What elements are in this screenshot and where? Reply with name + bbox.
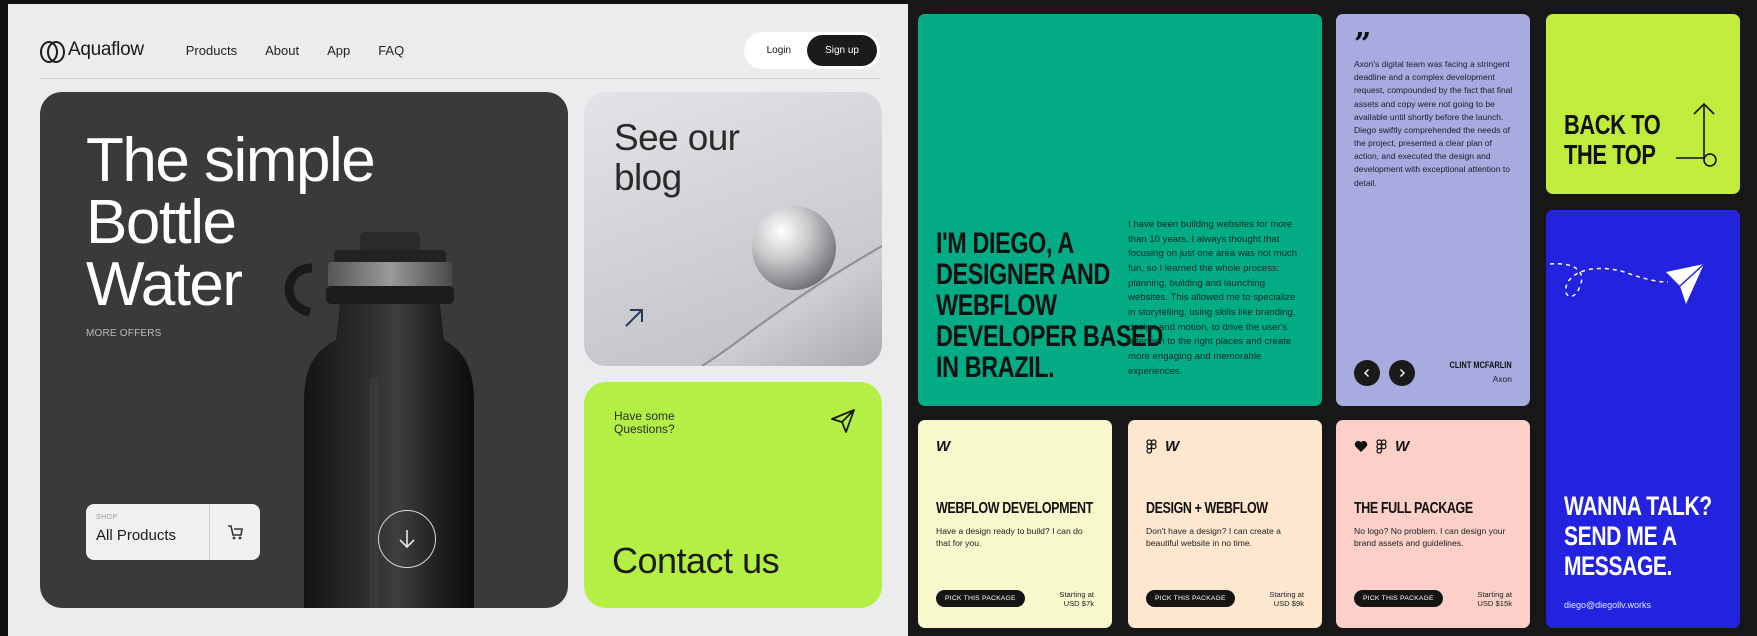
- package-price: Starting at USD $15k: [1477, 590, 1512, 609]
- hero-title-line: Water: [86, 250, 243, 319]
- pick-package-button[interactable]: PICK THIS PACKAGE: [936, 590, 1025, 607]
- heart-icon: [1354, 440, 1368, 452]
- hero-title: The simple Bottle Water: [86, 126, 376, 319]
- blog-title-line: See our: [614, 117, 740, 158]
- back-to-top-label: BACK TO THE TOP: [1564, 109, 1661, 170]
- login-button[interactable]: Login: [747, 45, 807, 56]
- brand-name: Aquaflow: [68, 39, 144, 60]
- intro-title-line: IN BRAZIL.: [936, 351, 1055, 384]
- contact-message-line: MESSAGE.: [1564, 551, 1673, 581]
- price-label: Starting at: [1059, 590, 1094, 599]
- package-description: Have a design ready to build? I can do t…: [936, 526, 1083, 548]
- intro-body: I have been building websites for more t…: [1128, 219, 1298, 377]
- nav-link-products[interactable]: Products: [186, 43, 237, 58]
- quote-icon: ”: [1354, 27, 1372, 62]
- package-description: No logo? No problem. I can design your b…: [1354, 526, 1506, 548]
- hero-card: The simple Bottle Water MORE OFFERS SHOP…: [40, 92, 568, 608]
- arrow-up-icon: [1676, 102, 1717, 167]
- webflow-icon: W: [1165, 438, 1180, 455]
- blog-title-line: blog: [614, 157, 682, 198]
- brand-logo[interactable]: Aquaflow: [40, 39, 144, 63]
- chevron-left-icon: [1364, 369, 1369, 377]
- intro-title: I'M DIEGO, A DESIGNER AND WEBFLOW DEVELO…: [936, 227, 1163, 384]
- pick-package-button[interactable]: PICK THIS PACKAGE: [1146, 590, 1235, 607]
- aquaflow-site: Aquaflow Products About App FAQ Login Si…: [0, 0, 908, 636]
- hero-title-line: Bottle: [86, 188, 237, 257]
- paper-plane-icon: [1549, 263, 1705, 304]
- shop-label: SHOP: [96, 514, 118, 521]
- package-price: Starting at USD $9k: [1269, 590, 1304, 609]
- scroll-down-button[interactable]: [378, 510, 436, 568]
- nav-link-app[interactable]: App: [327, 43, 350, 58]
- blog-card[interactable]: See our blog: [584, 92, 882, 366]
- more-offers-link[interactable]: MORE OFFERS: [86, 328, 162, 339]
- package-card: W THE FULL PACKAGE No logo? No problem. …: [1336, 420, 1530, 628]
- figma-icon: [1146, 439, 1157, 454]
- contact-card[interactable]: Have some Questions? Contact us: [584, 382, 882, 608]
- back-to-top-card[interactable]: BACK TO THE TOP: [1546, 14, 1740, 194]
- nav-link-faq[interactable]: FAQ: [378, 43, 404, 58]
- blog-title: See our blog: [614, 117, 740, 198]
- nav-links: Products About App FAQ: [186, 43, 404, 58]
- paper-plane-icon: [831, 409, 855, 433]
- package-title: WEBFLOW DEVELOPMENT: [936, 500, 1093, 517]
- shop-selector[interactable]: SHOP All Products: [86, 504, 260, 560]
- intro-title-line: WEBFLOW: [936, 289, 1057, 322]
- top-nav: Aquaflow Products About App FAQ Login Si…: [40, 30, 880, 70]
- shop-value: All Products: [96, 527, 177, 544]
- price-value: USD $15k: [1477, 599, 1512, 609]
- aquaflow-logo-icon: [40, 40, 65, 63]
- chevron-right-icon: [1400, 369, 1405, 377]
- back-to-top-line: BACK TO: [1564, 109, 1661, 140]
- hero-title-line: The simple: [86, 126, 376, 195]
- package-description: Don't have a design? I can create a beau…: [1146, 526, 1281, 548]
- testimonial-text: Axon's digital team was facing a stringe…: [1354, 59, 1513, 188]
- package-title: DESIGN + WEBFLOW: [1146, 500, 1268, 517]
- nav-divider: [40, 78, 880, 79]
- cart-icon: [228, 525, 243, 540]
- auth-group: Login Sign up: [743, 31, 880, 69]
- intro-title-line: DEVELOPER BASED: [936, 320, 1163, 353]
- previous-button[interactable]: [1354, 360, 1380, 386]
- nav-link-about[interactable]: About: [265, 43, 299, 58]
- contact-message-line: SEND ME A: [1564, 521, 1677, 551]
- author-company: Axon: [1492, 374, 1512, 384]
- testimonial-card: ” Axon's digital team was facing a strin…: [1336, 14, 1530, 406]
- intro-card: I'M DIEGO, A DESIGNER AND WEBFLOW DEVELO…: [918, 14, 1322, 406]
- arrow-down-icon: [399, 530, 415, 549]
- contact-title: Contact us: [612, 540, 780, 581]
- price-label: Starting at: [1269, 590, 1304, 599]
- testimonial-author: CLINT MCFARLIN Axon: [1432, 360, 1512, 384]
- testimonial-nav: [1354, 360, 1415, 386]
- contact-question: Have some Questions?: [614, 409, 675, 437]
- signup-button[interactable]: Sign up: [807, 34, 877, 66]
- back-to-top-line: THE TOP: [1564, 139, 1656, 170]
- cart-button[interactable]: [210, 504, 260, 560]
- package-card: W WEBFLOW DEVELOPMENT Have a design read…: [918, 420, 1112, 628]
- figma-icon: [1376, 439, 1387, 454]
- intro-title-line: DESIGNER AND: [936, 258, 1110, 291]
- intro-title-line: I'M DIEGO, A: [936, 227, 1074, 260]
- contact-message-card[interactable]: WANNA TALK? SEND ME A MESSAGE. diego@die…: [1546, 210, 1740, 628]
- arrow-up-right-icon: [625, 309, 643, 327]
- contact-message-title: WANNA TALK? SEND ME A MESSAGE.: [1564, 492, 1720, 582]
- webflow-icon: W: [936, 438, 951, 455]
- webflow-icon: W: [1395, 438, 1410, 455]
- package-card: W DESIGN + WEBFLOW Don't have a design? …: [1128, 420, 1322, 628]
- price-label: Starting at: [1477, 590, 1512, 599]
- pick-package-button[interactable]: PICK THIS PACKAGE: [1354, 590, 1443, 607]
- next-button[interactable]: [1389, 360, 1415, 386]
- contact-email-link[interactable]: diego@diegollv.works: [1564, 600, 1651, 610]
- package-price: Starting at USD $7k: [1059, 590, 1094, 609]
- portfolio-site: I'M DIEGO, A DESIGNER AND WEBFLOW DEVELO…: [908, 0, 1757, 636]
- contact-message-line: WANNA TALK?: [1564, 491, 1712, 521]
- package-title: THE FULL PACKAGE: [1354, 500, 1473, 517]
- price-value: USD $9k: [1273, 599, 1304, 609]
- author-name: CLINT MCFARLIN: [1449, 360, 1512, 371]
- price-value: USD $7k: [1063, 599, 1094, 609]
